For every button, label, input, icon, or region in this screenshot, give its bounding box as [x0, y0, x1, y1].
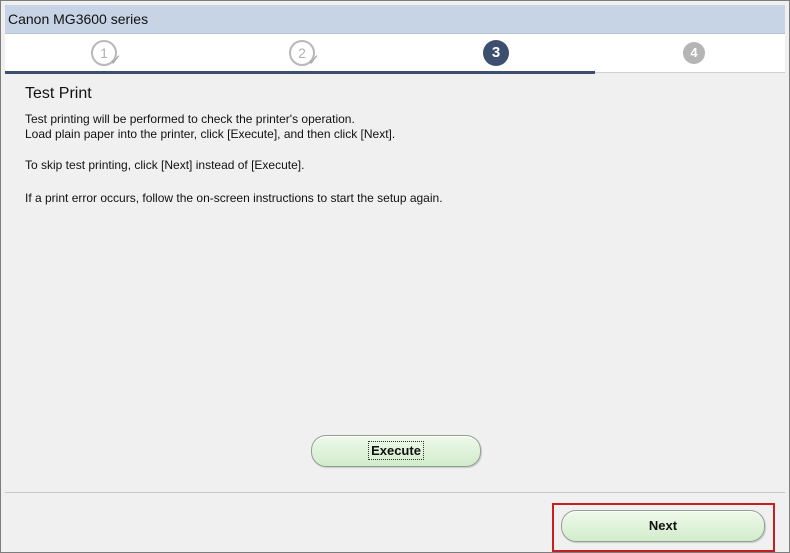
step-4-number: 4	[690, 45, 698, 60]
window-title: Canon MG3600 series	[8, 11, 149, 27]
title-bar: Canon MG3600 series	[5, 5, 785, 34]
content-panel: Test Print Test printing will be perform…	[5, 75, 785, 491]
setup-window: Canon MG3600 series 1 ✓ 2 ✓ 3 4 Test Pri…	[0, 0, 790, 553]
skip-instruction: To skip test printing, click [Next] inst…	[25, 158, 305, 172]
execute-button[interactable]: Execute	[311, 435, 481, 467]
step-1-number: 1	[100, 45, 108, 61]
step-indicator: 1 ✓ 2 ✓ 3 4	[5, 34, 785, 72]
footer-divider	[5, 492, 785, 493]
page-title: Test Print	[25, 85, 92, 102]
step-3-current-icon: 3	[483, 40, 509, 66]
step-2-done-icon: 2 ✓	[289, 40, 320, 68]
step-2-number: 2	[298, 45, 306, 61]
step-1-done-icon: 1 ✓	[91, 40, 122, 68]
step-4-pending-icon: 4	[683, 42, 705, 64]
instruction-line-2: Load plain paper into the printer, click…	[25, 127, 396, 141]
progress-fill	[5, 71, 595, 74]
execute-button-label: Execute	[368, 441, 424, 460]
error-instruction: If a print error occurs, follow the on-s…	[25, 191, 443, 205]
instruction-line-1: Test printing will be performed to check…	[25, 112, 355, 126]
step-3-number: 3	[491, 44, 501, 61]
step-1-check-icon: ✓	[109, 52, 122, 69]
next-button-highlight	[552, 503, 775, 552]
step-2-check-icon: ✓	[307, 52, 320, 69]
